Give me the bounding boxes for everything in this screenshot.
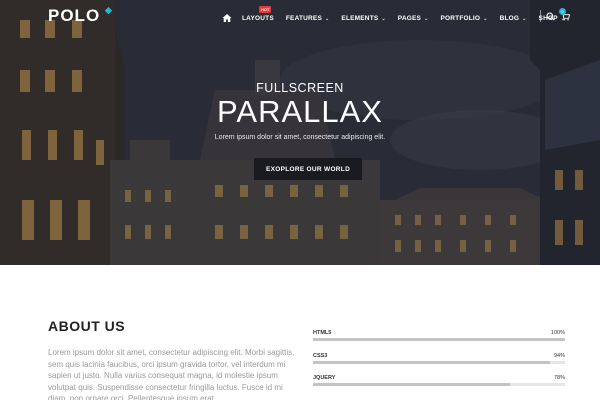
skill-percent: 100% [550,330,565,336]
hero-subtitle: FULLSCREEN [256,81,344,95]
menu-item-label: BLOG [499,14,520,22]
menu-item-label: ELEMENTS [341,14,379,22]
chevron-down-icon: ⌄ [325,15,330,22]
menu-item-portfolio[interactable]: PORTFOLIO ⌄ [440,15,487,22]
skill-label: CSS3 [313,353,328,359]
chevron-down-icon: ⌄ [483,15,488,22]
chevron-down-icon: ⌄ [381,15,386,22]
skill-bar-track [313,383,565,386]
skill-label: HTML5 [313,330,332,336]
logo-drop-icon: ◆ [105,5,113,15]
menu-item-label: PORTFOLIO [440,14,481,22]
skill-bar-fill [313,361,550,364]
nav-tools [540,10,576,22]
chevron-down-icon: ⌄ [424,15,429,22]
hero-overlay [0,0,600,265]
menu-item-pages[interactable]: PAGES ⌄ [398,15,429,22]
menu-item-label: PAGES [397,14,422,22]
cart-count-badge: 0 [559,8,566,15]
main-menu: LAYOUTS FEATURES ⌄ ELEMENTS ⌄ PAGES ⌄ PORTF… [222,12,577,24]
about-text: Lorem ipsum dolor sit amet, consectetur … [48,348,295,400]
skill-bar-track [313,361,565,364]
nav-divider [540,10,541,22]
about-title: ABOUT US [48,318,126,334]
hero-title: PARALLAX [217,94,383,129]
menu-item-blog[interactable]: BLOG ⌄ [500,15,527,22]
skill-percent: 94% [553,353,565,359]
skill-bar-fill [313,338,565,341]
skill-bar-fill [313,383,510,386]
menu-item-label: LAYOUTS [242,14,274,22]
explore-button[interactable]: EXOPLORE OUR WORLD [254,158,362,180]
menu-item-layouts[interactable]: LAYOUTS [242,15,274,22]
chevron-down-icon: ⌄ [522,15,527,22]
top-navigation: POLO ◆ HOT LAYOUTS FEATURES ⌄ ELEMENTS ⌄ P… [0,0,600,34]
skill-label: JQUERY [313,375,336,381]
hero-text: Lorem ipsum dolor sit amet, consectetur … [214,134,386,141]
home-icon[interactable] [222,13,232,23]
logo-text: POLO [48,6,101,25]
logo[interactable]: POLO ◆ [48,5,112,26]
hero-section: POLO ◆ HOT LAYOUTS FEATURES ⌄ ELEMENTS ⌄ P… [0,0,600,265]
skill-bar-track [313,338,565,341]
search-icon[interactable] [546,11,555,21]
menu-item-label: FEATURES [285,14,323,22]
skill-percent: 78% [553,375,565,381]
menu-item-elements[interactable]: ELEMENTS ⌄ [341,15,385,22]
menu-item-features[interactable]: FEATURES ⌄ [286,15,330,22]
